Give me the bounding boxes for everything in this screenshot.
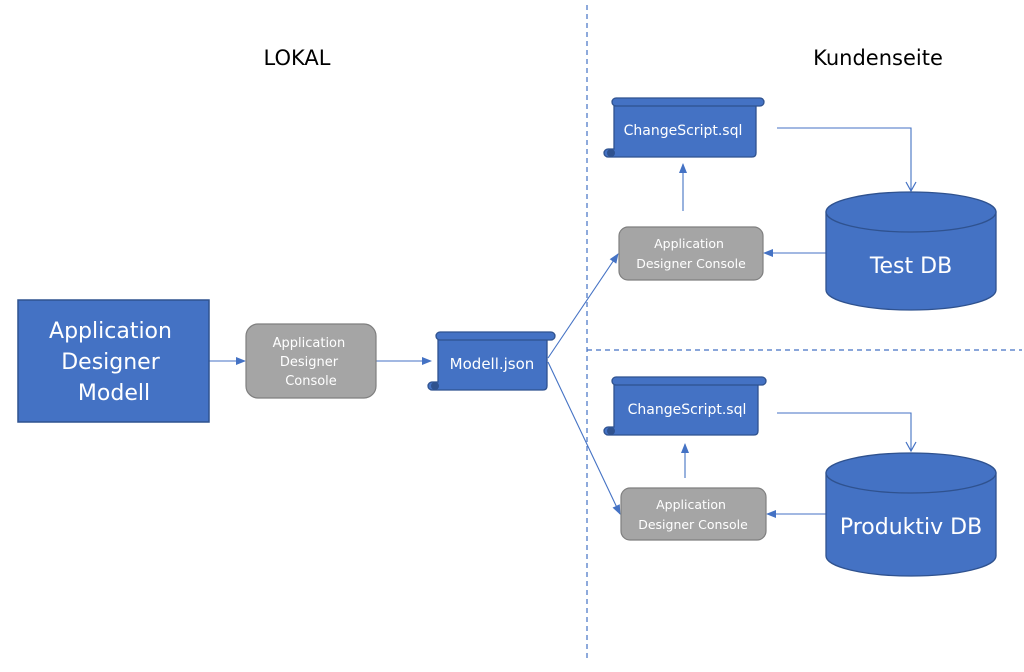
console-test-node[interactable]: Application Designer Console [618,226,764,281]
console-local-node[interactable]: Application Designer Console [245,323,377,399]
arrow-script-to-test-db [777,127,917,193]
produktiv-db-node[interactable]: Produktiv DB [825,452,997,577]
arrow-json-to-console-prod [547,361,621,515]
connectors [209,127,917,518]
svg-text:Produktiv DB: Produktiv DB [840,515,982,540]
test-db-node[interactable]: Test DB [825,191,997,311]
section-title-local: LOKAL [264,46,331,70]
deployment-diagram: LOKAL Kundenseite Application Designer M… [17,5,1022,662]
console-prod-node[interactable]: Application Designer Console [620,487,767,541]
changescript-prod-label: ChangeScript.sql [628,402,747,418]
section-title-customer: Kundenseite [813,46,943,70]
application-designer-model-node[interactable]: Application Designer Modell [17,299,210,423]
json-label: Modell.json [450,355,535,373]
arrow-json-to-console-test [547,253,619,359]
svg-text:Test DB: Test DB [869,254,952,279]
arrow-script-to-prod-db [777,412,917,453]
changescript-test-label: ChangeScript.sql [624,123,743,139]
